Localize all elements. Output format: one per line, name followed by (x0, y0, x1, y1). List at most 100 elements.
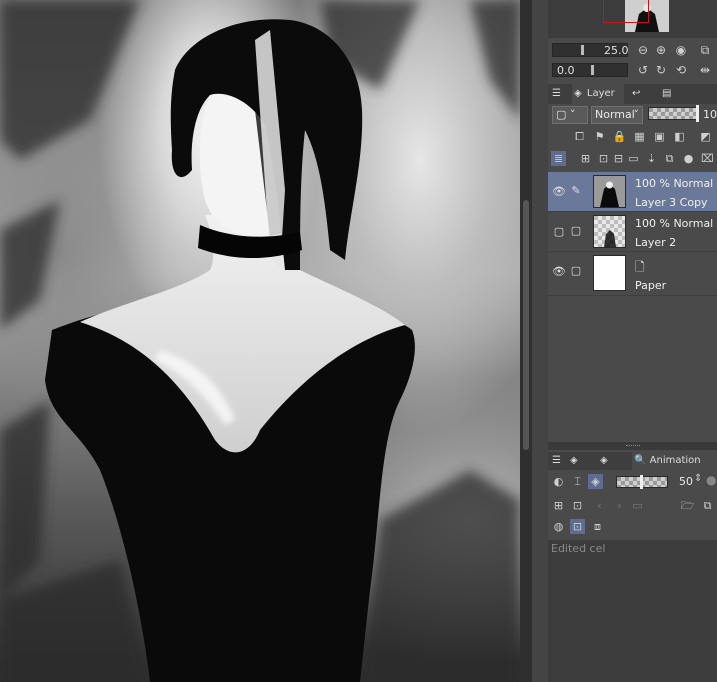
status-text: Edited cel (551, 542, 606, 555)
rotate-right-icon[interactable]: ↻ (654, 63, 668, 77)
layer-name: Paper (635, 279, 667, 292)
stop-icon[interactable]: ◉ (674, 43, 688, 57)
chevron-down-icon: ˅ (633, 108, 640, 121)
eye-icon[interactable]: 👁 (552, 185, 566, 199)
combine-icon[interactable]: ⧉ (662, 151, 677, 166)
stepper-icon[interactable]: ⇕ (694, 473, 702, 484)
navigator-view-frame[interactable] (603, 0, 649, 23)
reference-icon[interactable]: ⚑ (592, 129, 607, 144)
animation-panel-body: ◐ ⌶ ◈ 50 ⇕ ● ⊞ ⊡ ‹ › ▭ 🗁 ⧉ ◍ ⊡ ⧈ (548, 470, 717, 540)
canvas-scrollbar[interactable] (520, 0, 532, 682)
edit-toggle[interactable]: ▢ (570, 224, 582, 238)
layer-name: Layer 3 Copy (635, 196, 708, 209)
cel-frame-icon[interactable]: ▭ (630, 498, 645, 513)
rotation-slider[interactable]: 0.0 (552, 63, 628, 77)
layer-property-tab-icon[interactable]: ▤ (662, 84, 671, 104)
delete-layer-icon[interactable]: ⌧ (700, 151, 715, 166)
anim-opacity-value: 50 (679, 475, 693, 488)
new-raster-layer-icon[interactable]: ⊞ (578, 151, 593, 166)
panel-splitter[interactable] (548, 442, 717, 450)
rotation-value: 0.0 (557, 64, 575, 77)
show-all-icon[interactable]: ⌶ (570, 474, 585, 489)
layer-color-dropdown[interactable]: ▢ ˅ (552, 106, 588, 124)
zoom-in-icon[interactable]: ⊕ (654, 43, 668, 57)
pencil-icon[interactable]: ✎ (570, 184, 582, 198)
blend-mode-dropdown[interactable]: Normal ˅ (591, 106, 643, 124)
layer-thumbnail (593, 255, 626, 291)
layer-row-paper[interactable]: 👁 ▢ 🗋 Paper (548, 252, 717, 296)
rotation-row: 0.0 ↺ ↻ ⟲ ⇹ (548, 61, 717, 79)
panel-menu-icon[interactable]: ☰ (552, 452, 561, 470)
layer-thumbnail (593, 215, 626, 248)
layer-row-layer-3-copy[interactable]: 👁 ✎ 100 % Normal Layer 3 Copy (548, 172, 717, 212)
new-fill-layer-icon[interactable]: ⊟ (611, 151, 626, 166)
zoom-row: 25.0 ⊖ ⊕ ◉ ⧉ (548, 41, 717, 59)
magnifier-icon: 🔍 (634, 455, 647, 466)
transfer-down-icon[interactable]: ⇣ (644, 151, 659, 166)
opacity-value: 100 (703, 108, 717, 121)
clip-icon[interactable]: ⧠ (572, 129, 587, 144)
navigator-preview[interactable] (548, 0, 717, 38)
fit-window-icon[interactable]: ⧉ (698, 43, 712, 57)
layer-thumbnail (593, 175, 626, 208)
blend-row: ▢ ˅ Normal ˅ 100 (548, 104, 717, 126)
layer-tools-row-1: ⧠ ⚑ 🔒 ▦ ▣ ◧ ◩ (548, 126, 717, 148)
blend-mode-value: Normal (595, 108, 635, 121)
zoom-out-icon[interactable]: ⊖ (636, 43, 650, 57)
layers-icon: ◈ (574, 88, 582, 99)
edit-toggle[interactable]: ▢ (570, 264, 582, 278)
ruler-icon[interactable]: ◧ (672, 129, 687, 144)
next-cel-icon[interactable]: › (612, 498, 627, 513)
layer-tools-row-2: ≣ ⊞ ⊡ ⊟ ▭ ⇣ ⧉ ● ⌧ (548, 148, 717, 170)
duplicate-cel-icon[interactable]: ⧉ (700, 498, 715, 513)
onion-skin-icon[interactable]: ◐ (551, 474, 566, 489)
rotate-left-icon[interactable]: ↺ (636, 63, 650, 77)
drawing-canvas[interactable] (0, 0, 520, 682)
artwork (0, 0, 520, 682)
layer-list-icon[interactable]: ≣ (551, 151, 566, 166)
history-tab-icon[interactable]: ↩ (632, 84, 640, 104)
animation-tab-bar: ☰ ◈ ◈ 🔍 Animation cels (548, 452, 717, 484)
eye-icon[interactable]: 👁 (552, 265, 566, 279)
droplet-icon[interactable]: ● (706, 473, 716, 487)
mask-create-icon[interactable]: ● (681, 151, 696, 166)
prev-cel-icon[interactable]: ‹ (592, 498, 607, 513)
layer-search-tab-icon[interactable]: ◈ (600, 452, 608, 470)
zoom-value: 25.0 (604, 44, 629, 57)
open-folder-icon[interactable]: 🗁 (680, 498, 695, 513)
layers-tab-icon[interactable]: ◈ (570, 452, 578, 470)
new-vector-layer-icon[interactable]: ⊡ (596, 151, 611, 166)
layer-color-icon[interactable]: ◩ (698, 129, 713, 144)
opacity-slider[interactable] (648, 107, 698, 120)
anim-opacity-knob[interactable] (640, 475, 643, 489)
paper-icon: 🗋 (635, 260, 645, 274)
right-panel: 25.0 ⊖ ⊕ ◉ ⧉ 0.0 ↺ ↻ ⟲ ⇹ ☰ ◈ Layer ↩ ▤ ▢… (548, 0, 717, 682)
tab-animation-cels[interactable]: 🔍 Animation cels (632, 452, 717, 484)
zoom-slider[interactable]: 25.0 (552, 43, 629, 57)
specify-cel-icon[interactable]: ⊡ (570, 498, 585, 513)
layer-name: Layer 2 (635, 236, 677, 249)
layer-list: 👁 ✎ 100 % Normal Layer 3 Copy ▢ ▢ 100 % … (548, 172, 717, 442)
status-area: Edited cel (548, 540, 717, 682)
lock-icon[interactable]: 🔒 (612, 129, 627, 144)
panel-gutter (532, 0, 548, 682)
layer-row-layer-2[interactable]: ▢ ▢ 100 % Normal Layer 2 (548, 212, 717, 252)
panel-menu-icon[interactable]: ☰ (552, 84, 561, 104)
mask-icon[interactable]: ▣ (652, 129, 667, 144)
light-table-settings-icon[interactable]: ⧈ (590, 519, 605, 534)
opacity-knob[interactable] (696, 105, 699, 122)
tab-layer-label: Layer (586, 88, 615, 99)
lock-transparency-icon[interactable]: ▦ (632, 129, 647, 144)
flip-horizontal-icon[interactable]: ⇹ (698, 63, 712, 77)
layer-mode: 100 % Normal (635, 177, 714, 190)
light-table-icon[interactable]: ◍ (551, 519, 566, 534)
layers-toggle-icon[interactable]: ◈ (588, 474, 603, 489)
tab-layer[interactable]: ◈ Layer (572, 84, 624, 104)
layer-tab-bar: ☰ ◈ Layer ↩ ▤ (548, 84, 717, 104)
new-cel-icon[interactable]: ⊞ (551, 498, 566, 513)
reset-rotation-icon[interactable]: ⟲ (674, 63, 688, 77)
canvas-scroll-thumb[interactable] (523, 200, 529, 450)
light-table-active-icon[interactable]: ⊡ (570, 519, 585, 534)
new-folder-icon[interactable]: ▭ (626, 151, 641, 166)
visibility-toggle[interactable]: ▢ (552, 225, 566, 239)
